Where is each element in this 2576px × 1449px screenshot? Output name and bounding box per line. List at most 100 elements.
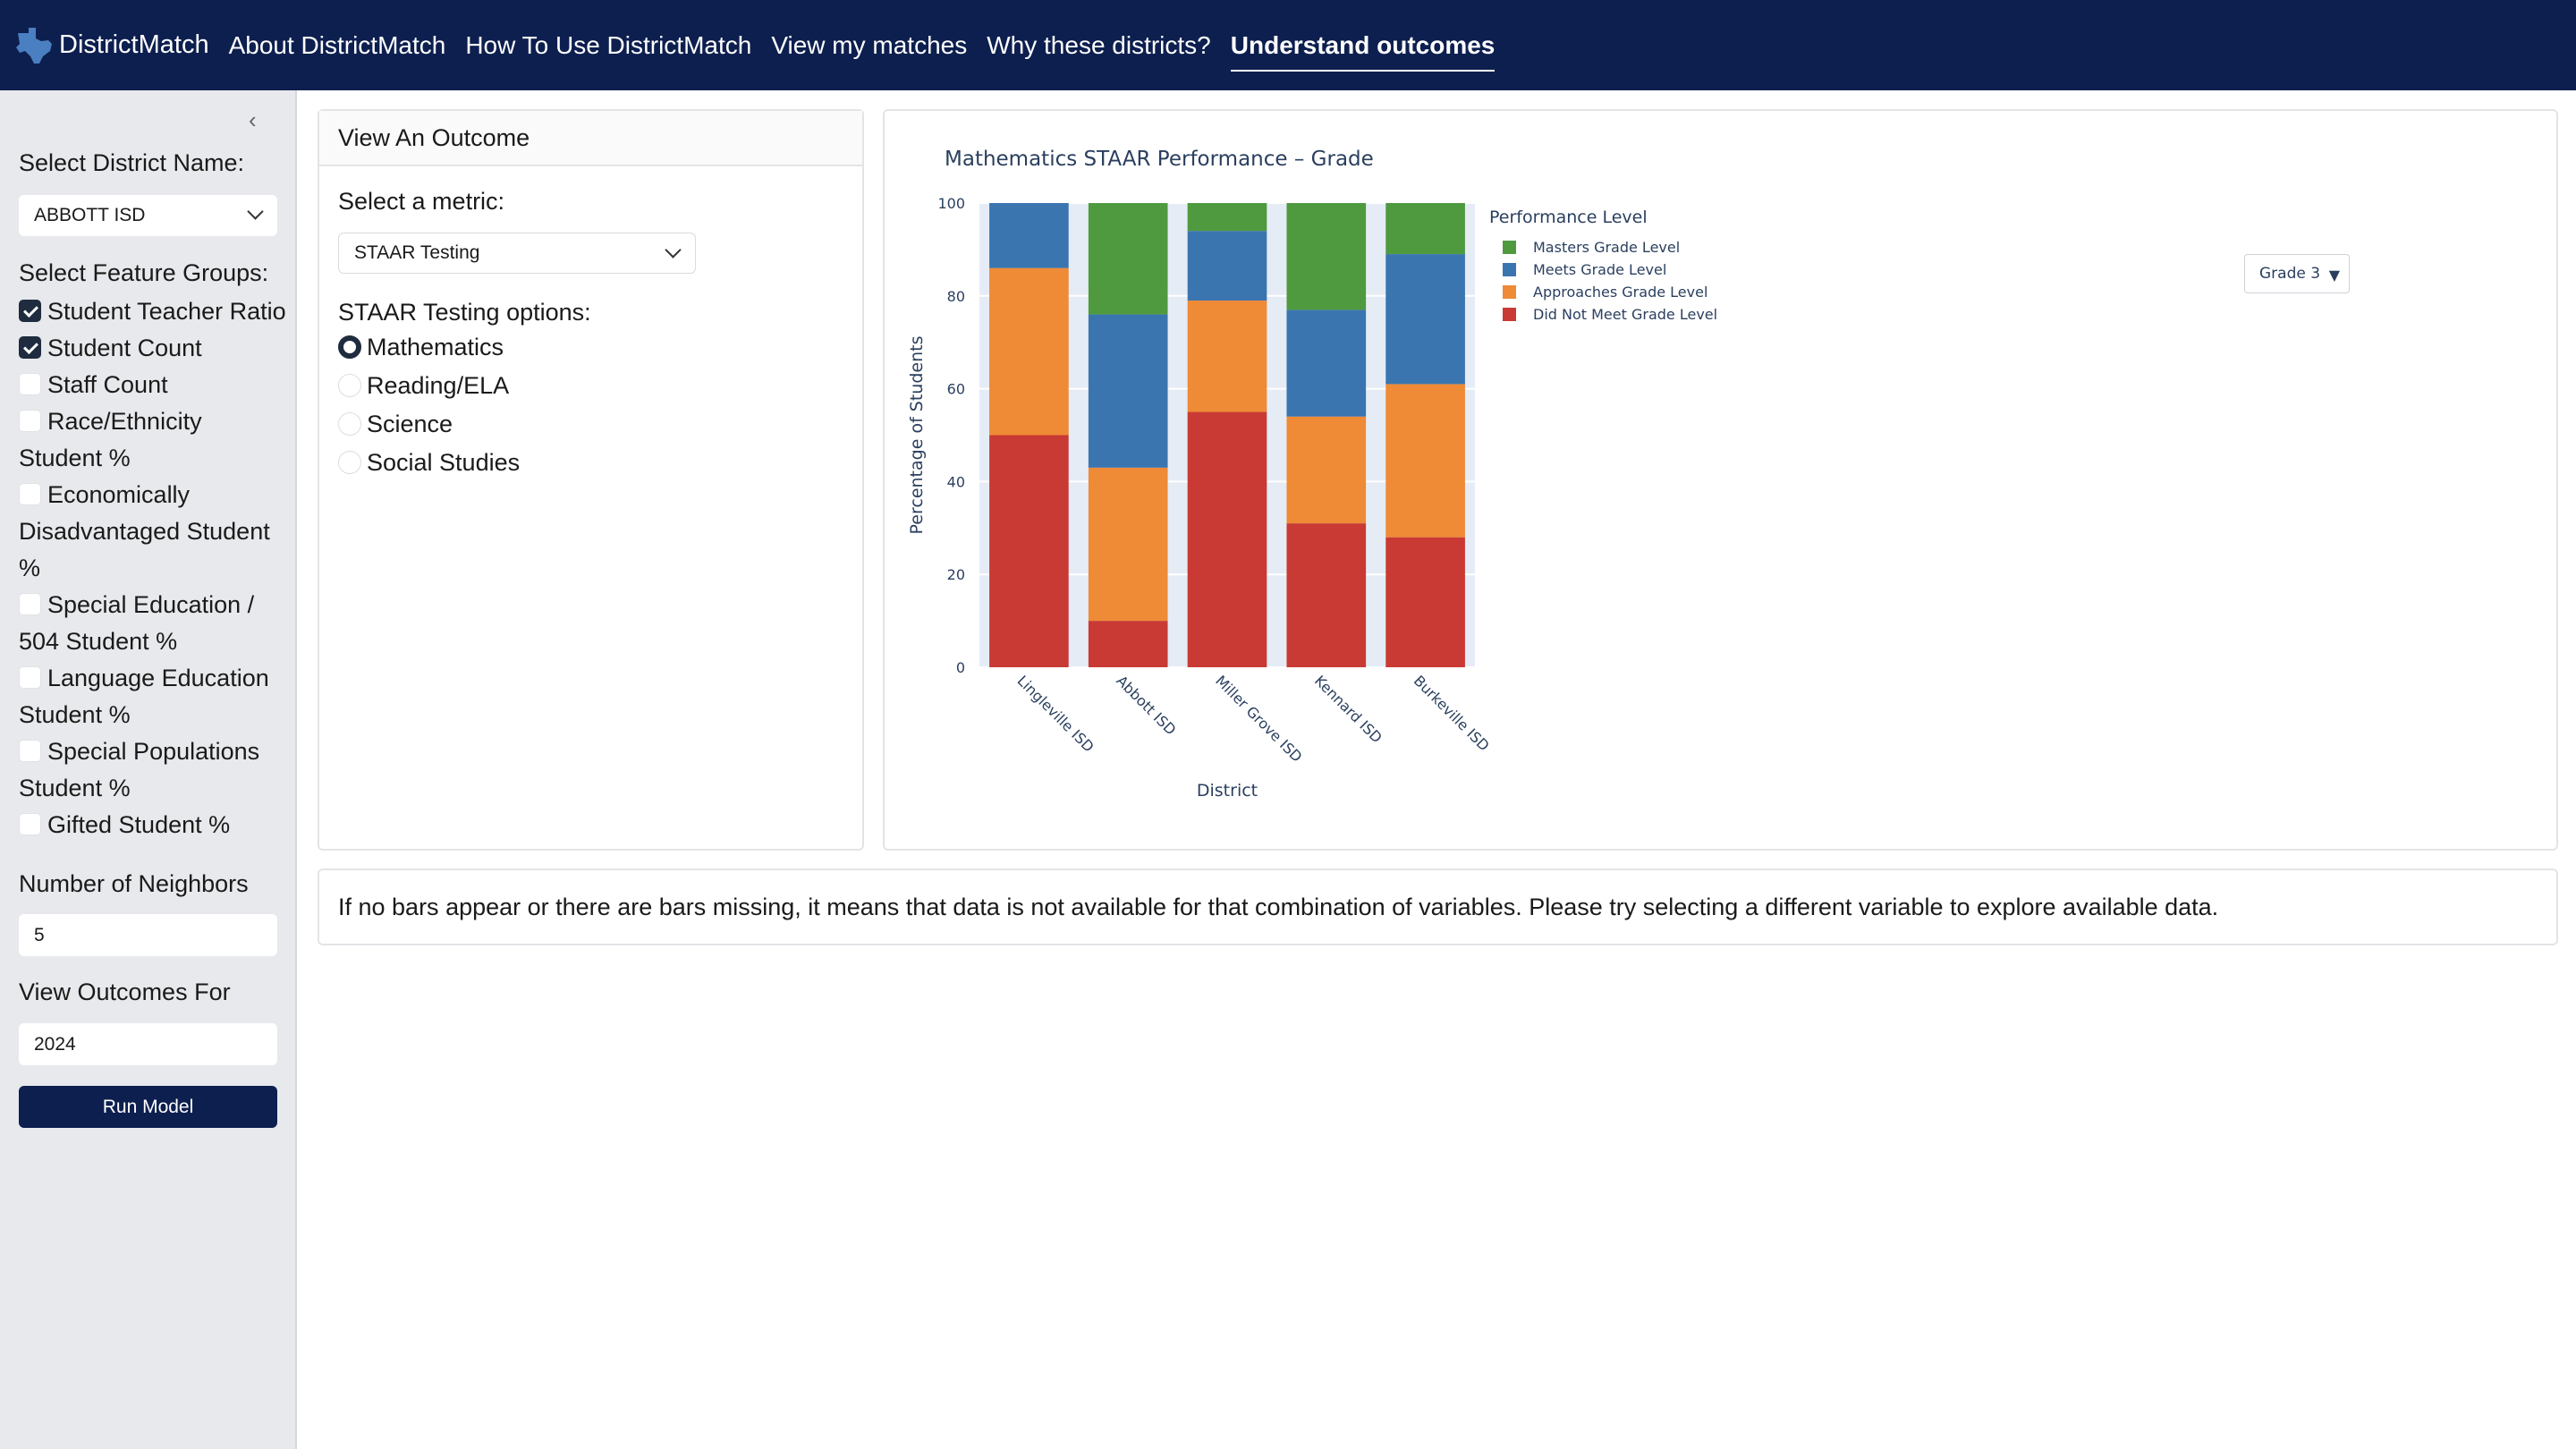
sidebar: ‹ Select District Name: ABBOTT ISD Selec… [0,90,297,1449]
bar-segment [989,435,1069,667]
checkbox-unchecked-icon[interactable] [19,483,41,505]
outcome-card-title: View An Outcome [319,111,862,166]
checkbox-unchecked-icon[interactable] [19,593,41,615]
bar-segment [1385,254,1465,385]
staar-option[interactable]: Mathematics [338,328,520,367]
radio-unselected-icon[interactable] [338,374,361,397]
grade-dropdown[interactable]: Grade 3 ▼ [2244,254,2350,293]
triangle-down-icon: ▼ [2328,267,2340,284]
outcomes-year-label: View Outcomes For [19,979,231,1005]
legend-label: Approaches Grade Level [1533,284,1707,301]
staar-option-label: Reading/ELA [367,372,510,399]
y-tick-label: 60 [947,381,965,398]
y-tick-label: 20 [947,566,965,583]
nav-understand-outcomes[interactable]: Understand outcomes [1230,0,1495,90]
bar-segment [1286,309,1367,417]
outcome-card: View An Outcome Select a metric: STAAR T… [318,109,864,851]
missing-data-note: If no bars appear or there are bars miss… [318,869,2558,945]
checkbox-checked-icon[interactable] [19,300,41,322]
grade-dropdown-value: Grade 3 [2259,265,2321,283]
staar-option-label: Mathematics [367,334,504,360]
staar-option[interactable]: Science [338,405,520,444]
bar-segment [1187,203,1267,232]
brand[interactable]: DistrictMatch [13,0,209,90]
feature-checkbox-item[interactable]: Special Education / 504 Student % [19,587,287,660]
checkbox-unchecked-icon[interactable] [19,666,41,689]
y-axis-title: Percentage of Students [907,336,927,535]
bar-segment [1385,537,1465,667]
y-tick-label: 0 [956,659,965,676]
metric-value: STAAR Testing [354,242,480,263]
bar-segment [1187,231,1267,301]
neighbors-input[interactable]: 5 [19,914,277,956]
nav-about[interactable]: About DistrictMatch [229,0,446,90]
radio-unselected-icon[interactable] [338,451,361,474]
checkbox-unchecked-icon[interactable] [19,740,41,762]
bar-segment [1088,621,1168,667]
legend-swatch [1503,241,1516,254]
feature-checkbox-item[interactable]: Race/Ethnicity Student % [19,403,287,477]
texas-logo-icon [16,27,52,64]
bar-segment [1088,314,1168,468]
x-axis-title: District [1197,781,1258,801]
legend-swatch [1503,263,1516,276]
nav-how-to-use[interactable]: How To Use DistrictMatch [465,0,751,90]
district-name-select[interactable]: ABBOTT ISD [19,195,277,236]
x-tick-label: Miller Grove ISD [1212,672,1305,765]
feature-checkbox-item[interactable]: Staff Count [19,367,287,403]
legend-label: Masters Grade Level [1533,239,1680,256]
feature-checkbox-label: Economically Disadvantaged Student % [19,481,270,581]
bar-segment [1286,203,1367,310]
nav-why-districts[interactable]: Why these districts? [987,0,1211,90]
x-tick-label: Abbott ISD [1113,672,1179,738]
district-name-label: Select District Name: [19,149,245,176]
radio-selected-icon[interactable] [338,335,361,359]
bar-segment [1088,203,1168,315]
feature-checkbox-item[interactable]: Gifted Student % [19,807,287,843]
staar-option[interactable]: Reading/ELA [338,367,520,405]
bar-segment [989,203,1069,268]
feature-checkbox-label: Special Populations Student % [19,738,260,801]
feature-checkbox-item[interactable]: Economically Disadvantaged Student % [19,477,287,587]
feature-checkbox-label: Special Education / 504 Student % [19,591,255,655]
performance-chart: 0 20 40 60 80 100 Lingleville ISD Abbott ISD Mil… [907,148,1717,801]
bar-segment [1088,467,1168,622]
checkbox-checked-icon[interactable] [19,336,41,359]
checkbox-unchecked-icon[interactable] [19,410,41,432]
outcomes-year-input[interactable]: 2024 [19,1023,277,1065]
staar-option[interactable]: Social Studies [338,444,520,482]
staar-option-label: Science [367,411,453,437]
feature-checkbox-label: Staff Count [47,371,168,398]
bar-segment [989,267,1069,436]
y-tick-label: 40 [947,473,965,490]
bar-segment [1385,203,1465,255]
feature-groups-list: Student Teacher Ratio Student Count Staff … [19,293,287,843]
bar-segment [1286,523,1367,667]
nav-view-matches[interactable]: View my matches [771,0,967,90]
legend-label: Meets Grade Level [1533,261,1666,278]
bar-segment [1286,416,1367,524]
collapse-sidebar-icon[interactable]: ‹ [249,106,257,134]
x-tick-label: Burkeville ISD [1411,672,1493,754]
bar-segment [1187,411,1267,667]
checkbox-unchecked-icon[interactable] [19,373,41,395]
feature-checkbox-item[interactable]: Special Populations Student % [19,733,287,807]
feature-checkbox-label: Race/Ethnicity Student % [19,408,202,471]
legend-title: Performance Level [1489,208,1648,227]
run-model-button[interactable]: Run Model [19,1086,277,1128]
y-tick-label: 100 [937,195,965,212]
radio-unselected-icon[interactable] [338,412,361,436]
chevron-down-icon [665,242,682,258]
feature-checkbox-item[interactable]: Language Education Student % [19,660,287,733]
bar-segment [1187,300,1267,412]
feature-checkbox-item[interactable]: Student Count [19,330,287,367]
x-tick-label: Lingleville ISD [1014,672,1097,755]
staar-options-label: STAAR Testing options: [338,299,591,326]
staar-option-label: Social Studies [367,449,521,476]
chart-card: 0 20 40 60 80 100 Lingleville ISD Abbott ISD Mil… [883,109,2558,851]
feature-checkbox-label: Language Education Student % [19,665,269,728]
district-name-value: ABBOTT ISD [34,205,146,225]
feature-checkbox-item[interactable]: Student Teacher Ratio [19,293,287,330]
metric-select[interactable]: STAAR Testing [338,233,696,274]
checkbox-unchecked-icon[interactable] [19,813,41,835]
